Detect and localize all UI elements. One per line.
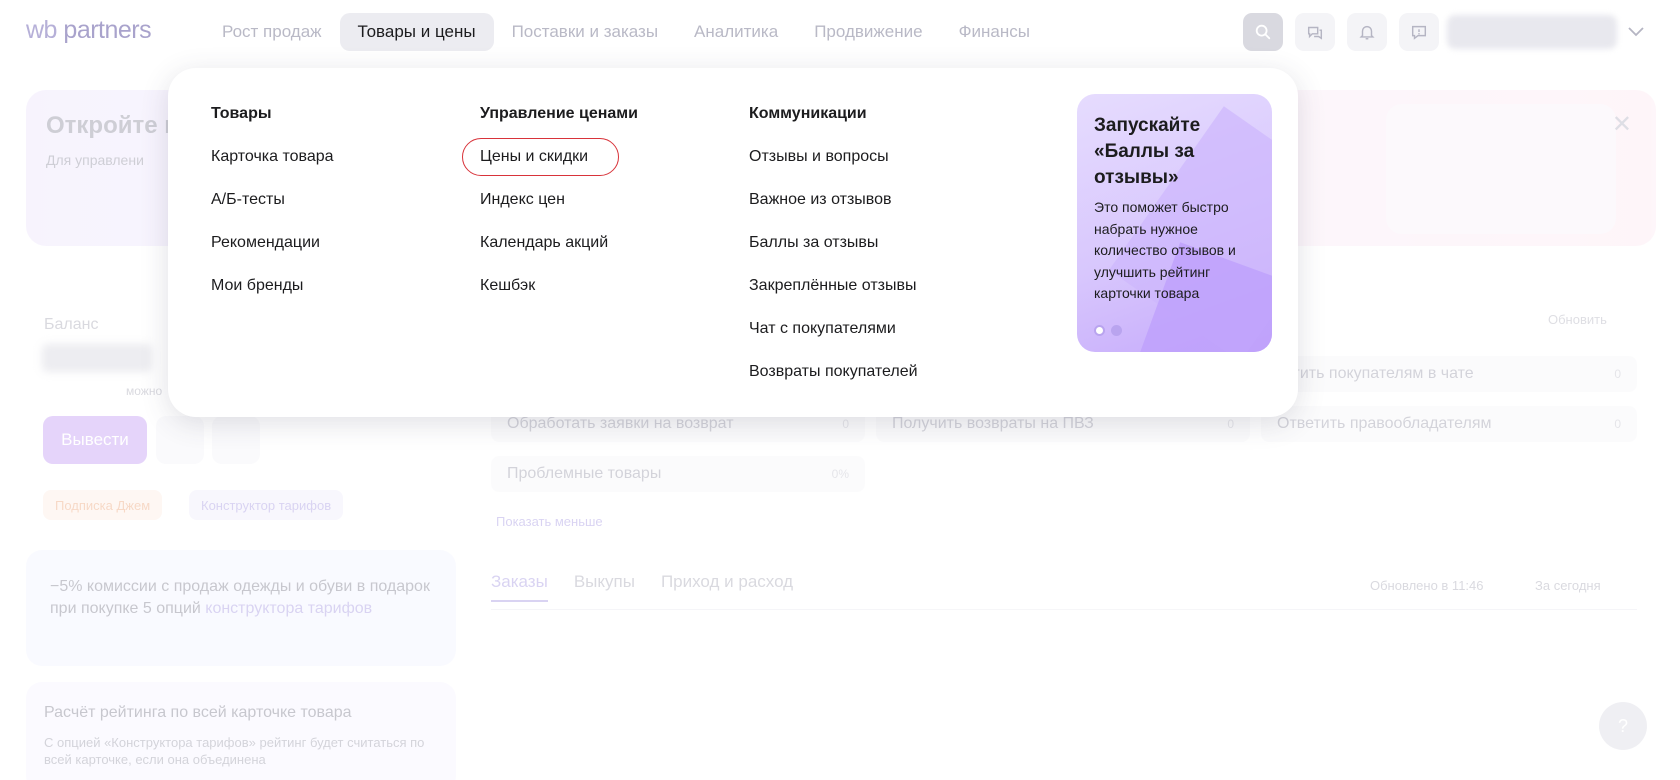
task-count: 0 bbox=[1614, 417, 1621, 431]
logo-brand: wb bbox=[26, 16, 57, 44]
menu-item-recommendations[interactable]: Рекомендации bbox=[211, 234, 320, 252]
task-count: 0 bbox=[1614, 367, 1621, 381]
search-icon[interactable] bbox=[1243, 13, 1283, 51]
bell-icon[interactable] bbox=[1347, 13, 1387, 51]
menu-item-customer-returns[interactable]: Возвраты покупателей bbox=[749, 363, 918, 381]
carousel-dot-active[interactable] bbox=[1094, 325, 1105, 336]
menu-item-review-points[interactable]: Баллы за отзывы bbox=[749, 234, 878, 252]
nav-products-prices[interactable]: Товары и цены bbox=[339, 13, 494, 51]
rating-card: Расчёт рейтинга по всей карточке товара … bbox=[26, 682, 456, 780]
tabs-divider bbox=[491, 609, 1637, 610]
tab-orders[interactable]: Заказы bbox=[491, 572, 548, 602]
task-label: Обработать заявки на возврат bbox=[507, 415, 734, 432]
chevron-down-icon[interactable] bbox=[1628, 24, 1644, 42]
tab-buyouts[interactable]: Выкупы bbox=[574, 572, 635, 602]
chat-icon[interactable] bbox=[1295, 13, 1335, 51]
withdraw-button[interactable]: Вывести bbox=[43, 416, 147, 464]
promo-title: Запускайте «Баллы за отзывы» bbox=[1094, 115, 1201, 188]
user-menu[interactable] bbox=[1447, 15, 1617, 49]
nav-finance[interactable]: Финансы bbox=[941, 13, 1048, 51]
task-label: Ответить правообладателям bbox=[1277, 415, 1492, 432]
menu-heading-price-management: Управление ценами bbox=[480, 105, 638, 122]
menu-item-promo-calendar[interactable]: Календарь акций bbox=[480, 234, 608, 252]
balance-amount bbox=[42, 344, 152, 372]
close-icon[interactable]: ✕ bbox=[1612, 110, 1632, 139]
nav-analytics[interactable]: Аналитика bbox=[676, 13, 796, 51]
show-less-link[interactable]: Показать меньше bbox=[496, 514, 603, 529]
logo[interactable]: wb partners bbox=[26, 16, 152, 45]
menu-item-pinned-reviews[interactable]: Закреплённые отзывы bbox=[749, 277, 916, 295]
menu-heading-communications: Коммуникации bbox=[749, 105, 867, 122]
review-points-promo-card[interactable]: Запускайте «Баллы за отзывы» Это поможет… bbox=[1077, 94, 1272, 352]
task-count: 0 bbox=[1227, 417, 1234, 431]
menu-heading-products: Товары bbox=[211, 105, 272, 122]
promo-text: Это поможет быстро набрать нужное количе… bbox=[1094, 199, 1236, 301]
period-select[interactable]: За сегодня bbox=[1535, 578, 1601, 593]
task-item[interactable]: Проблемные товары 0% bbox=[491, 456, 865, 492]
balance-label: Баланс bbox=[44, 316, 99, 333]
menu-item-price-index[interactable]: Индекс цен bbox=[480, 191, 565, 209]
task-item[interactable]: Ответить правообладателям 0 bbox=[1261, 406, 1637, 442]
task-item[interactable]: зетить покупателям в чате 0 bbox=[1261, 356, 1637, 392]
balance-sub: можно bbox=[126, 384, 163, 398]
main-nav: Рост продаж Товары и цены Поставки и зак… bbox=[204, 13, 1048, 51]
carousel-dots bbox=[1094, 325, 1122, 336]
task-label: Получить возвраты на ПВЗ bbox=[892, 415, 1094, 432]
menu-item-ab-tests[interactable]: А/Б-тесты bbox=[211, 191, 285, 209]
rating-text: С опцией «Конструктора тарифов» рейтинг … bbox=[44, 735, 425, 767]
menu-item-my-brands[interactable]: Мои бренды bbox=[211, 277, 303, 295]
menu-item-customer-chat[interactable]: Чат с покупателями bbox=[749, 320, 896, 338]
document-icon[interactable] bbox=[156, 416, 204, 464]
task-label: Проблемные товары bbox=[507, 465, 662, 482]
tariff-builder-link[interactable]: конструктора тарифов bbox=[205, 600, 372, 617]
feedback-icon[interactable] bbox=[1399, 13, 1439, 51]
tag-tariff-builder[interactable]: Конструктор тарифов bbox=[189, 490, 344, 520]
menu-item-important-reviews[interactable]: Важное из отзывов bbox=[749, 191, 892, 209]
banner-title: Откройте к bbox=[46, 112, 177, 139]
refresh-button[interactable]: Обновить bbox=[1548, 312, 1607, 327]
carousel-dot[interactable] bbox=[1111, 325, 1122, 336]
task-count: 0% bbox=[831, 467, 849, 481]
stats-tabs: Заказы Выкупы Приход и расход bbox=[491, 572, 793, 602]
task-count: 0 bbox=[842, 417, 849, 431]
menu-item-cashback[interactable]: Кешбэк bbox=[480, 277, 535, 295]
history-icon[interactable] bbox=[212, 416, 260, 464]
nav-promotion[interactable]: Продвижение bbox=[796, 13, 940, 51]
products-prices-dropdown: Товары Карточка товара А/Б-тесты Рекомен… bbox=[168, 68, 1298, 417]
rating-title: Расчёт рейтинга по всей карточке товара bbox=[44, 704, 352, 721]
top-header: wb partners Рост продаж Товары и цены По… bbox=[0, 0, 1680, 66]
nav-supplies-orders[interactable]: Поставки и заказы bbox=[494, 13, 676, 51]
task-label: зетить покупателям в чате bbox=[1277, 365, 1474, 382]
menu-item-prices-discounts[interactable]: Цены и скидки bbox=[480, 148, 588, 166]
help-button[interactable]: ? bbox=[1599, 702, 1647, 750]
banner-illustration bbox=[1386, 104, 1616, 234]
tab-income-expense[interactable]: Приход и расход bbox=[661, 572, 793, 602]
menu-item-product-card[interactable]: Карточка товара bbox=[211, 148, 334, 166]
logo-name: partners bbox=[63, 16, 152, 44]
menu-item-reviews-questions[interactable]: Отзывы и вопросы bbox=[749, 148, 889, 166]
tag-subscription[interactable]: Подписка Джем bbox=[43, 490, 163, 520]
commission-promo-card: −5% комиссии с продаж одежды и обуви в п… bbox=[26, 550, 456, 666]
banner-subtitle: Для управлени bbox=[46, 152, 144, 168]
updated-time: Обновлено в 11:46 bbox=[1370, 578, 1484, 593]
nav-growth[interactable]: Рост продаж bbox=[204, 13, 340, 51]
